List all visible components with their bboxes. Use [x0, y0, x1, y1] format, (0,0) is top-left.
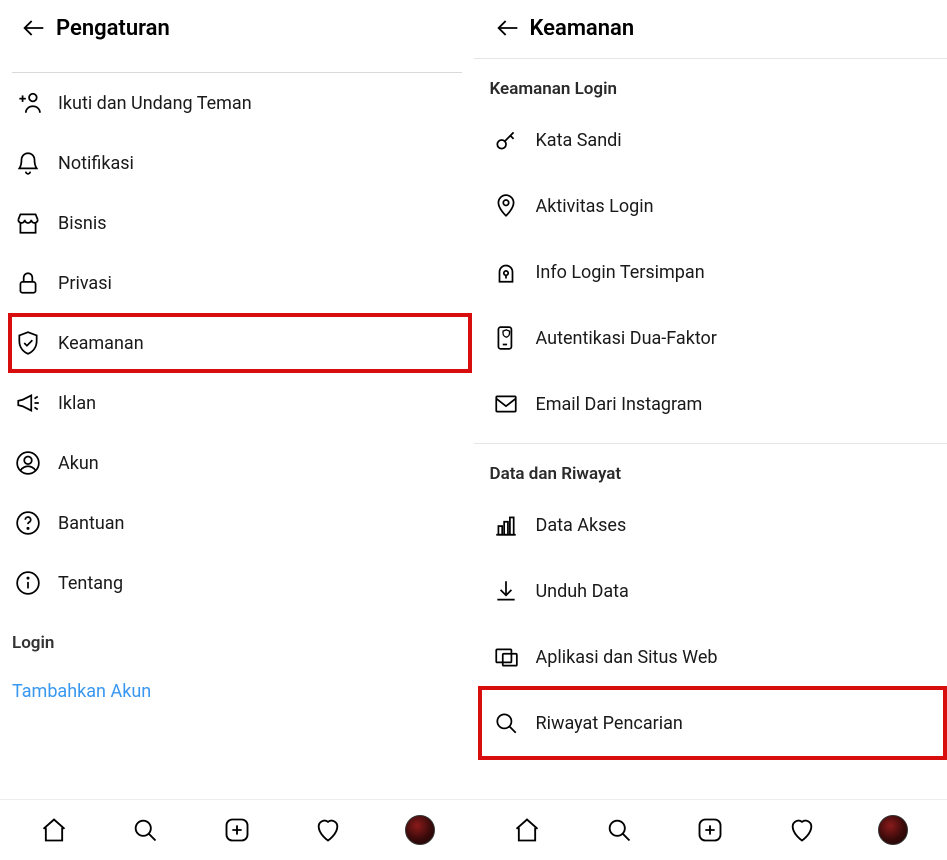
security-item-label: Data Akses	[536, 515, 627, 536]
settings-item-label: Bantuan	[58, 513, 125, 534]
user-circle-icon	[15, 450, 41, 476]
add-user-icon	[15, 90, 41, 116]
security-item-saved-login[interactable]: Info Login Tersimpan	[474, 239, 947, 305]
settings-item-label: Ikuti dan Undang Teman	[58, 93, 252, 114]
settings-list: Ikuti dan Undang Teman Notifikasi Bisnis…	[0, 58, 474, 799]
plus-square-icon	[223, 816, 251, 844]
page-title: Keamanan	[530, 16, 635, 41]
security-item-search-history[interactable]: Riwayat Pencarian	[480, 690, 942, 756]
nav-profile[interactable]	[400, 810, 440, 850]
security-item-data-access[interactable]: Data Akses	[474, 492, 947, 558]
nav-home[interactable]	[34, 810, 74, 850]
back-button[interactable]	[486, 14, 530, 42]
settings-item-about[interactable]: Tentang	[0, 553, 474, 613]
download-icon	[493, 578, 519, 604]
add-account-link[interactable]: Tambahkan Akun	[0, 661, 474, 722]
security-item-label: Autentikasi Dua-Faktor	[536, 328, 717, 349]
phone-shield-icon	[493, 325, 519, 351]
security-item-login-activity[interactable]: Aktivitas Login	[474, 173, 947, 239]
settings-item-label: Akun	[58, 453, 99, 474]
security-item-2fa[interactable]: Autentikasi Dua-Faktor	[474, 305, 947, 371]
settings-item-label: Privasi	[58, 273, 112, 294]
settings-item-help[interactable]: Bantuan	[0, 493, 474, 553]
plus-square-icon	[696, 816, 724, 844]
settings-item-label: Keamanan	[58, 333, 144, 354]
home-icon	[513, 816, 541, 844]
search-icon	[605, 816, 633, 844]
nav-home[interactable]	[507, 810, 547, 850]
settings-item-security[interactable]: Keamanan	[4, 313, 470, 373]
security-list: Keamanan Login Kata Sandi Aktivitas Logi…	[474, 59, 947, 799]
nav-search[interactable]	[599, 810, 639, 850]
security-item-email[interactable]: Email Dari Instagram	[474, 371, 947, 437]
heart-icon	[314, 816, 342, 844]
lock-icon	[15, 270, 41, 296]
storefront-icon	[15, 210, 41, 236]
security-item-label: Riwayat Pencarian	[536, 713, 683, 734]
settings-item-label: Iklan	[58, 393, 96, 414]
security-item-apps-websites[interactable]: Aplikasi dan Situs Web	[474, 624, 947, 690]
mail-icon	[493, 391, 519, 417]
search-icon	[493, 710, 519, 736]
settings-item-invite[interactable]: Ikuti dan Undang Teman	[0, 73, 474, 133]
nav-activity[interactable]	[782, 810, 822, 850]
heart-icon	[788, 816, 816, 844]
settings-item-notifications[interactable]: Notifikasi	[0, 133, 474, 193]
shield-check-icon	[15, 330, 41, 356]
security-item-label: Aplikasi dan Situs Web	[536, 647, 718, 668]
header-security: Keamanan	[474, 0, 947, 58]
nav-activity[interactable]	[308, 810, 348, 850]
pin-icon	[493, 193, 519, 219]
settings-item-label: Bisnis	[58, 213, 107, 234]
nav-create[interactable]	[217, 810, 257, 850]
security-item-label: Info Login Tersimpan	[536, 262, 705, 283]
chart-icon	[493, 512, 519, 538]
header-settings: Pengaturan	[0, 0, 474, 58]
settings-item-label: Notifikasi	[58, 153, 134, 174]
arrow-left-icon	[20, 14, 48, 42]
search-icon	[131, 816, 159, 844]
security-item-label: Aktivitas Login	[536, 196, 654, 217]
security-item-label: Unduh Data	[536, 581, 629, 602]
settings-item-business[interactable]: Bisnis	[0, 193, 474, 253]
bottom-nav-left	[0, 800, 474, 860]
arrow-left-icon	[494, 14, 522, 42]
settings-item-account[interactable]: Akun	[0, 433, 474, 493]
keyhole-icon	[493, 259, 519, 285]
security-item-label: Kata Sandi	[536, 130, 622, 151]
login-section-label: Login	[0, 613, 474, 661]
security-item-download-data[interactable]: Unduh Data	[474, 558, 947, 624]
security-item-password[interactable]: Kata Sandi	[474, 107, 947, 173]
back-button[interactable]	[12, 14, 56, 42]
bell-icon	[15, 150, 41, 176]
nav-profile[interactable]	[873, 810, 913, 850]
login-security-section-label: Keamanan Login	[474, 59, 947, 107]
megaphone-icon	[15, 390, 41, 416]
security-item-label: Email Dari Instagram	[536, 394, 703, 415]
nav-create[interactable]	[690, 810, 730, 850]
data-history-section-label: Data dan Riwayat	[474, 444, 947, 492]
help-circle-icon	[15, 510, 41, 536]
settings-item-privacy[interactable]: Privasi	[0, 253, 474, 313]
info-circle-icon	[15, 570, 41, 596]
avatar-icon	[405, 815, 435, 845]
nav-search[interactable]	[125, 810, 165, 850]
avatar-icon	[878, 815, 908, 845]
home-icon	[40, 816, 68, 844]
key-icon	[493, 127, 519, 153]
settings-item-label: Tentang	[58, 573, 123, 594]
bottom-nav-right	[474, 800, 947, 860]
apps-icon	[493, 644, 519, 670]
page-title: Pengaturan	[56, 16, 170, 41]
settings-item-ads[interactable]: Iklan	[0, 373, 474, 433]
